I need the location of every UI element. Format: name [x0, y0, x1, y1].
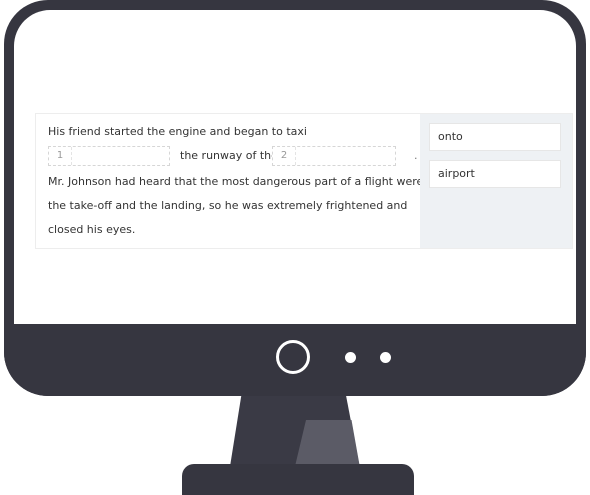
sentence-period: . — [414, 149, 418, 162]
passage: His friend started the engine and began … — [48, 120, 424, 242]
page: His friend started the engine and began … — [0, 0, 590, 495]
blank-row: 1 the runway of the 2 . — [48, 144, 418, 170]
word-option-onto[interactable]: onto — [429, 123, 561, 151]
fill-in-blank-exercise: His friend started the engine and began … — [35, 113, 573, 249]
blank-number: 1 — [49, 147, 72, 165]
indicator-dot-icon — [380, 352, 391, 363]
passage-line: His friend started the engine and began … — [48, 125, 307, 138]
monitor-frame: His friend started the engine and began … — [4, 0, 586, 396]
passage-line: closed his eyes. — [48, 223, 136, 236]
word-options-panel: onto airport — [420, 114, 572, 248]
passage-line: the take-off and the landing, so he was … — [48, 199, 408, 212]
word-option-airport[interactable]: airport — [429, 160, 561, 188]
indicator-dot-icon — [345, 352, 356, 363]
monitor-screen: His friend started the engine and began … — [14, 10, 576, 324]
passage-inline-text: the runway of the — [180, 149, 278, 162]
power-button-icon — [276, 340, 310, 374]
monitor-stand-base — [182, 464, 414, 495]
blank-input-1[interactable]: 1 — [48, 146, 170, 166]
blank-input-2[interactable]: 2 — [272, 146, 396, 166]
blank-number: 2 — [273, 147, 296, 165]
passage-line: Mr. Johnson had heard that the most dang… — [48, 175, 424, 188]
